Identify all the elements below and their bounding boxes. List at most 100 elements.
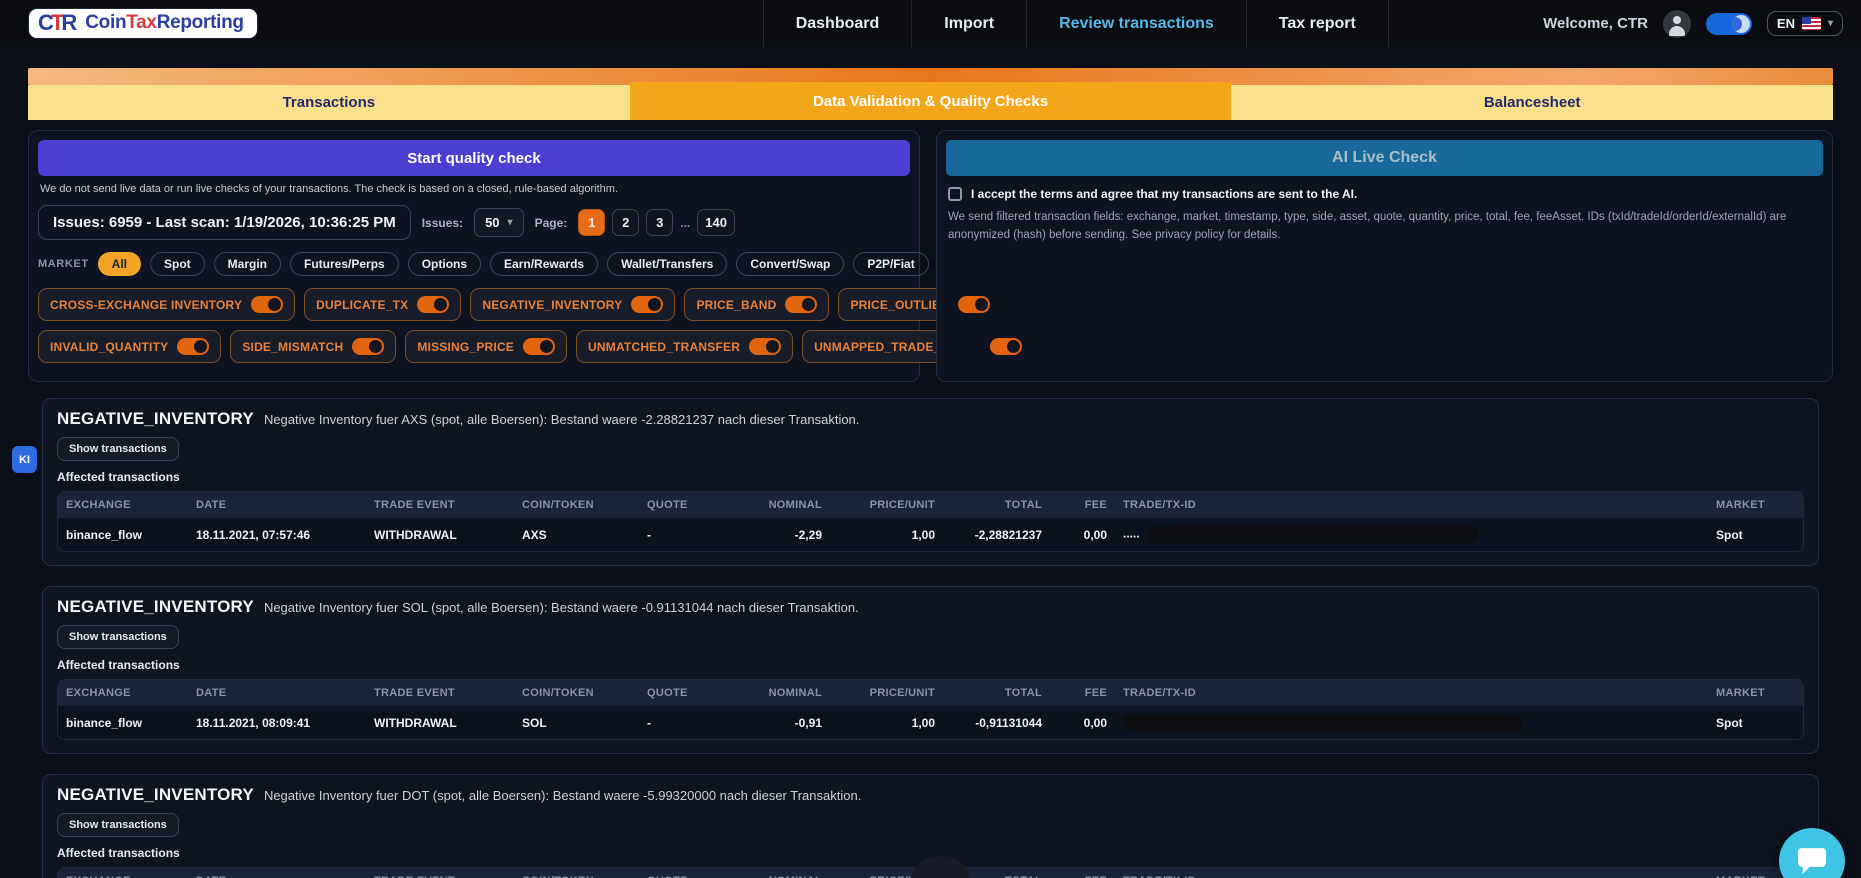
issue-description: Negative Inventory fuer SOL (spot, alle … [264,600,859,615]
toggle-on-icon[interactable] [417,296,449,313]
cell-market: Spot [1708,518,1803,551]
nav-item-dashboard[interactable]: Dashboard [763,0,912,47]
language-code: EN [1777,16,1795,31]
check-toggle-price-band[interactable]: PRICE_BAND [684,288,829,321]
affected-transactions-table: EXCHANGEDATE TRADE EVENTCOIN/TOKEN QUOTE… [57,679,1804,740]
market-chip-wallet-transfers[interactable]: Wallet/Transfers [607,252,727,276]
cell-date: 18.11.2021, 07:57:46 [188,518,366,551]
issue-type: NEGATIVE_INVENTORY [57,409,254,429]
check-toggle-unmatched-transfer[interactable]: UNMATCHED_TRANSFER [576,330,793,363]
chevron-down-icon: ▾ [1828,19,1833,29]
cell-exchange: binance_flow [58,518,188,551]
page-button-2[interactable]: 2 [612,209,639,236]
page-button-3[interactable]: 3 [646,209,673,236]
chat-bubble-icon [1798,848,1826,874]
cell-fee: 0,00 [1050,706,1115,739]
toggle-on-icon[interactable] [958,296,990,313]
market-chip-convert-swap[interactable]: Convert/Swap [736,252,844,276]
ai-description: We send filtered transaction fields: exc… [948,209,1821,245]
market-label: MARKET [38,258,89,270]
check-toggle-cross-exchange-inventory[interactable]: CROSS-EXCHANGE INVENTORY [38,288,295,321]
market-chip-options[interactable]: Options [408,252,481,276]
redacted-tx-id-bar [1123,714,1523,731]
check-toggle-side-mismatch[interactable]: SIDE_MISMATCH [230,330,396,363]
toggle-on-icon[interactable] [990,338,1022,355]
dark-mode-toggle[interactable] [1706,13,1752,35]
check-toggle-negative-inventory[interactable]: NEGATIVE_INVENTORY [470,288,675,321]
check-toggle-invalid-quantity[interactable]: INVALID_QUANTITY [38,330,221,363]
cell-tx-id [1115,706,1708,739]
main-content: Start quality check We do not send live … [0,120,1861,878]
app-logo[interactable]: CTR CoinTaxReporting [28,8,258,39]
redacted-tx-id-bar [1148,526,1478,543]
market-chip-margin[interactable]: Margin [214,252,281,276]
cell-price-unit: 1,00 [830,706,943,739]
show-transactions-button[interactable]: Show transactions [57,625,179,649]
welcome-text: Welcome, CTR [1543,15,1648,32]
page-label: Page: [535,216,568,230]
page-button-1[interactable]: 1 [578,209,605,236]
brand-name: CoinTaxReporting [85,12,243,34]
nav-item-import[interactable]: Import [911,0,1026,47]
check-toggles-row-2: INVALID_QUANTITY SIDE_MISMATCH MISSING_P… [38,330,910,363]
cell-total: -2,28821237 [943,518,1050,551]
toggle-on-icon[interactable] [631,296,663,313]
tab-transactions[interactable]: Transactions [28,85,630,120]
show-transactions-button[interactable]: Show transactions [57,813,179,837]
us-flag-icon [1802,17,1821,30]
affected-transactions-label: Affected transactions [57,470,1804,484]
user-avatar-icon[interactable] [1663,10,1691,38]
market-chip-spot[interactable]: Spot [150,252,205,276]
nav-item-tax-report[interactable]: Tax report [1246,0,1389,47]
issue-type: NEGATIVE_INVENTORY [57,785,254,805]
language-selector[interactable]: EN ▾ [1767,11,1843,36]
quality-disclaimer: We do not send live data or run live che… [40,183,908,195]
cell-nominal: -0,91 [754,706,830,739]
show-transactions-button[interactable]: Show transactions [57,437,179,461]
ki-badge[interactable]: KI [12,446,37,473]
cell-coin: AXS [514,518,639,551]
issue-description: Negative Inventory fuer DOT (spot, alle … [264,788,861,803]
affected-transactions-table: EXCHANGEDATE TRADE EVENTCOIN/TOKEN QUOTE… [57,491,1804,552]
toggle-on-icon[interactable] [352,338,384,355]
market-chip-p2p-fiat[interactable]: P2P/Fiat [853,252,928,276]
toggle-on-icon[interactable] [785,296,817,313]
tab-data-validation[interactable]: Data Validation & Quality Checks [630,82,1232,120]
page-button-last[interactable]: 140 [697,209,735,236]
cell-nominal: -2,29 [754,518,830,551]
top-nav-bar: CTR CoinTaxReporting Dashboard Import Re… [0,0,1861,47]
moon-icon [1732,15,1750,33]
issues-per-page-select[interactable]: 50 ▾ [474,208,524,237]
start-quality-check-button[interactable]: Start quality check [38,140,910,176]
market-chip-earn-rewards[interactable]: Earn/Rewards [490,252,598,276]
cell-market: Spot [1708,706,1803,739]
logo-monogram-icon: CTR [38,12,78,34]
quality-check-panel: Start quality check We do not send live … [28,130,920,382]
accept-terms-checkbox[interactable] [948,187,962,201]
toggle-on-icon[interactable] [251,296,283,313]
table-header-row: EXCHANGEDATE TRADE EVENTCOIN/TOKEN QUOTE… [58,492,1803,518]
cell-trade-event: WITHDRAWAL [366,706,514,739]
user-area: Welcome, CTR EN ▾ [1543,10,1843,38]
toggle-on-icon[interactable] [749,338,781,355]
scan-summary-row: Issues: 6959 - Last scan: 1/19/2026, 10:… [38,205,910,240]
toggle-on-icon[interactable] [177,338,209,355]
check-toggle-duplicate-tx[interactable]: DUPLICATE_TX [304,288,461,321]
cell-quote: - [639,706,754,739]
pagination: 1 2 3 ... 140 [578,209,735,236]
tab-balancesheet[interactable]: Balancesheet [1231,85,1833,120]
check-toggle-missing-price[interactable]: MISSING_PRICE [405,330,567,363]
table-row: binance_flow 18.11.2021, 07:57:46 WITHDR… [58,518,1803,551]
ai-live-check-button[interactable]: AI Live Check [946,140,1823,176]
toggle-on-icon[interactable] [523,338,555,355]
issue-card-axs: NEGATIVE_INVENTORY Negative Inventory fu… [42,398,1819,566]
nav-item-review-transactions[interactable]: Review transactions [1026,0,1246,47]
market-chip-futures-perps[interactable]: Futures/Perps [290,252,399,276]
check-toggles-row-1: CROSS-EXCHANGE INVENTORY DUPLICATE_TX NE… [38,288,910,321]
issues-label: Issues: [422,216,463,230]
pagination-ellipsis: ... [680,216,690,230]
section-tabs: Transactions Data Validation & Quality C… [28,85,1833,120]
cell-quote: - [639,518,754,551]
cell-tx-id: ..... [1115,518,1708,551]
market-chip-all[interactable]: All [98,252,141,276]
